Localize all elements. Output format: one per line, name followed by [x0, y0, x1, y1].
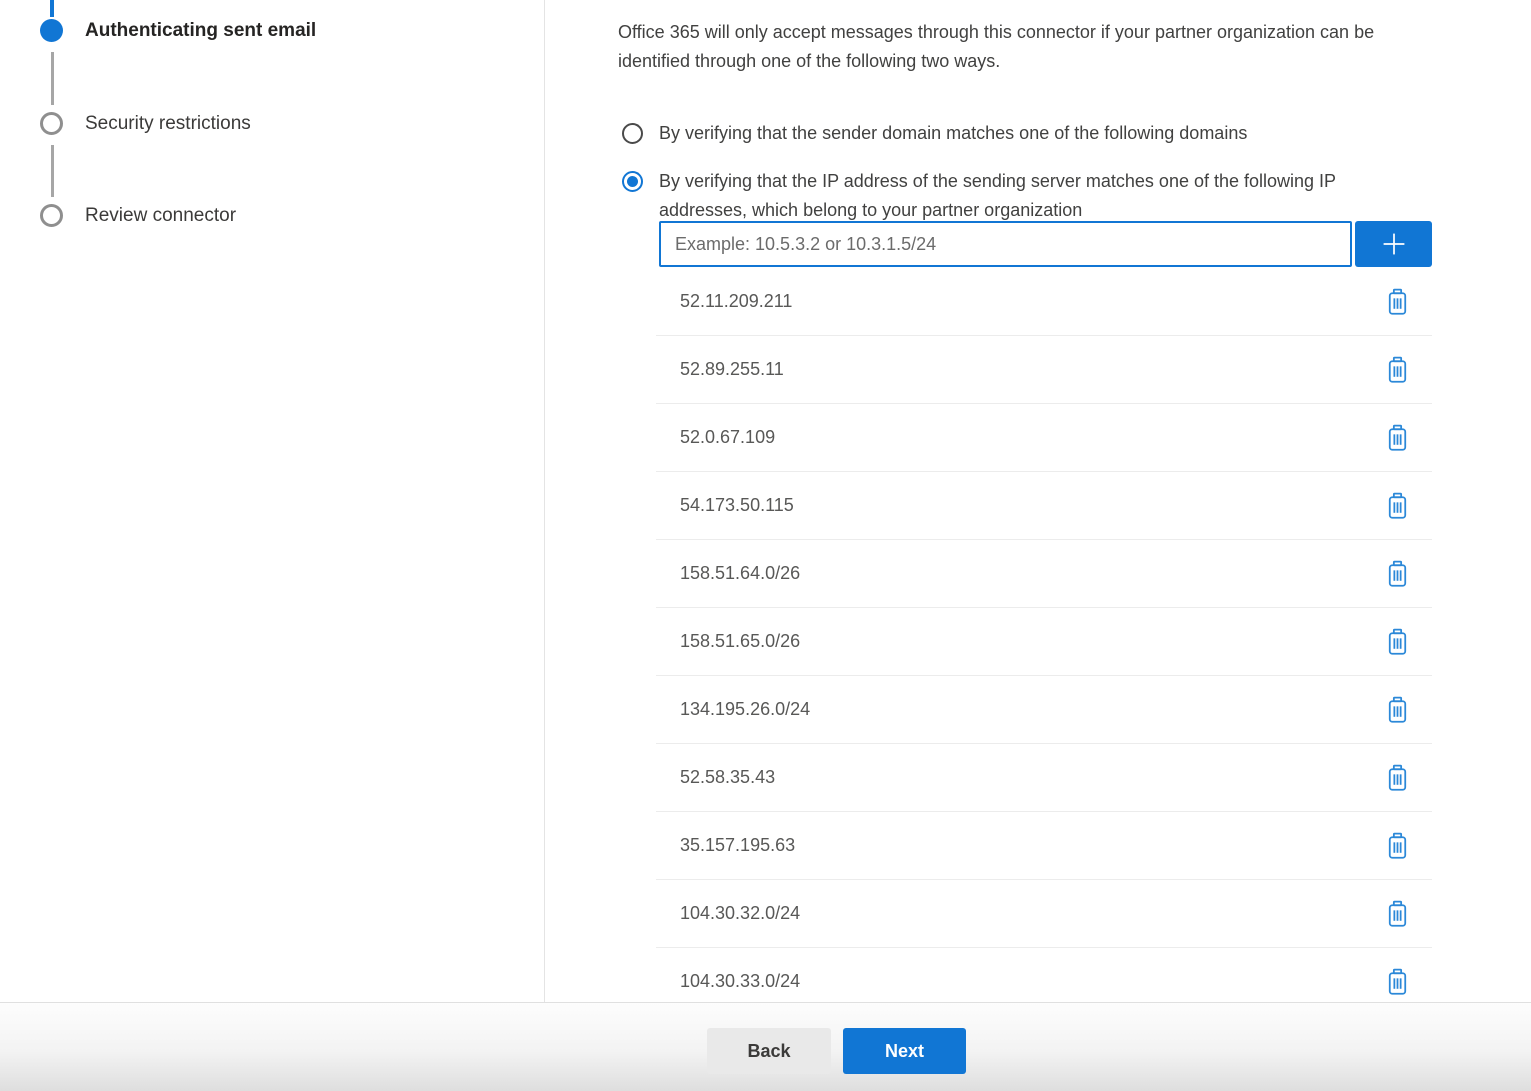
page-description: Office 365 will only accept messages thr…: [618, 18, 1530, 76]
ip-address-value: 52.11.209.211: [680, 291, 792, 312]
delete-ip-button[interactable]: [1386, 356, 1409, 384]
radio-option-label: By verifying that the sender domain matc…: [659, 119, 1247, 148]
ip-list-row: 158.51.65.0/26: [656, 608, 1432, 676]
ip-list-row: 104.30.32.0/24: [656, 880, 1432, 948]
delete-ip-button[interactable]: [1386, 492, 1409, 520]
trash-icon: [1386, 696, 1409, 724]
delete-ip-button[interactable]: [1386, 628, 1409, 656]
ip-list-row: 158.51.64.0/26: [656, 540, 1432, 608]
ip-list-row: 134.195.26.0/24: [656, 676, 1432, 744]
delete-ip-button[interactable]: [1386, 764, 1409, 792]
trash-icon: [1386, 968, 1409, 996]
wizard-steps-sidebar: Authenticating sent email Security restr…: [0, 0, 545, 1002]
ip-address-value: 134.195.26.0/24: [680, 699, 810, 720]
step-indicator-active-icon: [40, 19, 63, 42]
ip-address-value: 52.58.35.43: [680, 767, 775, 788]
ip-address-value: 52.0.67.109: [680, 427, 775, 448]
ip-address-value: 54.173.50.115: [680, 495, 794, 516]
delete-ip-button[interactable]: [1386, 560, 1409, 588]
wizard-step-review-connector: Review connector: [85, 205, 236, 227]
radio-option-label-line: By verifying that the IP address of the …: [659, 167, 1336, 196]
delete-ip-button[interactable]: [1386, 696, 1409, 724]
wizard-footer: Back Next: [0, 1002, 1531, 1091]
radio-option-sender-domain[interactable]: By verifying that the sender domain matc…: [622, 119, 1247, 148]
trash-icon: [1386, 492, 1409, 520]
wizard-step-authenticating-sent-email: Authenticating sent email: [85, 20, 316, 42]
step-connector-line: [51, 145, 54, 197]
ip-list-row: 35.157.195.63: [656, 812, 1432, 880]
description-line: identified through one of the following …: [618, 47, 1530, 76]
ip-address-value: 104.30.32.0/24: [680, 903, 800, 924]
trash-icon: [1386, 900, 1409, 928]
ip-address-value: 35.157.195.63: [680, 835, 795, 856]
ip-list-row: 52.0.67.109: [656, 404, 1432, 472]
connector-wizard-page: Authenticating sent email Security restr…: [0, 0, 1531, 1091]
trash-icon: [1386, 832, 1409, 860]
trash-icon: [1386, 628, 1409, 656]
trash-icon: [1386, 424, 1409, 452]
back-button[interactable]: Back: [707, 1028, 831, 1074]
description-line: Office 365 will only accept messages thr…: [618, 18, 1530, 47]
ip-address-list: 52.11.209.211 52.89.255.11: [656, 268, 1432, 1016]
ip-list-row: 52.58.35.43: [656, 744, 1432, 812]
trash-icon: [1386, 288, 1409, 316]
trash-icon: [1386, 356, 1409, 384]
radio-option-label: By verifying that the IP address of the …: [659, 167, 1336, 225]
ip-address-input[interactable]: [659, 221, 1352, 267]
ip-address-value: 104.30.33.0/24: [680, 971, 800, 992]
add-ip-button[interactable]: [1355, 221, 1432, 267]
ip-list-row: 52.89.255.11: [656, 336, 1432, 404]
ip-address-value: 158.51.65.0/26: [680, 631, 800, 652]
next-button[interactable]: Next: [843, 1028, 966, 1074]
radio-dot: [627, 176, 638, 187]
wizard-step-security-restrictions: Security restrictions: [85, 113, 251, 135]
step-indicator-icon: [40, 112, 63, 135]
ip-list-row: 52.11.209.211: [656, 268, 1432, 336]
radio-option-ip-address[interactable]: By verifying that the IP address of the …: [622, 167, 1336, 225]
delete-ip-button[interactable]: [1386, 900, 1409, 928]
ip-address-value: 158.51.64.0/26: [680, 563, 800, 584]
ip-address-value: 52.89.255.11: [680, 359, 784, 380]
delete-ip-button[interactable]: [1386, 832, 1409, 860]
step-connector-line: [51, 52, 54, 105]
step-indicator-icon: [40, 204, 63, 227]
delete-ip-button[interactable]: [1386, 424, 1409, 452]
ip-list-row: 54.173.50.115: [656, 472, 1432, 540]
trash-icon: [1386, 560, 1409, 588]
radio-unselected-icon[interactable]: [622, 123, 643, 144]
trash-icon: [1386, 764, 1409, 792]
step-connector-line-completed: [50, 0, 54, 17]
delete-ip-button[interactable]: [1386, 288, 1409, 316]
radio-selected-icon[interactable]: [622, 171, 643, 192]
plus-icon: [1381, 231, 1407, 257]
delete-ip-button[interactable]: [1386, 968, 1409, 996]
